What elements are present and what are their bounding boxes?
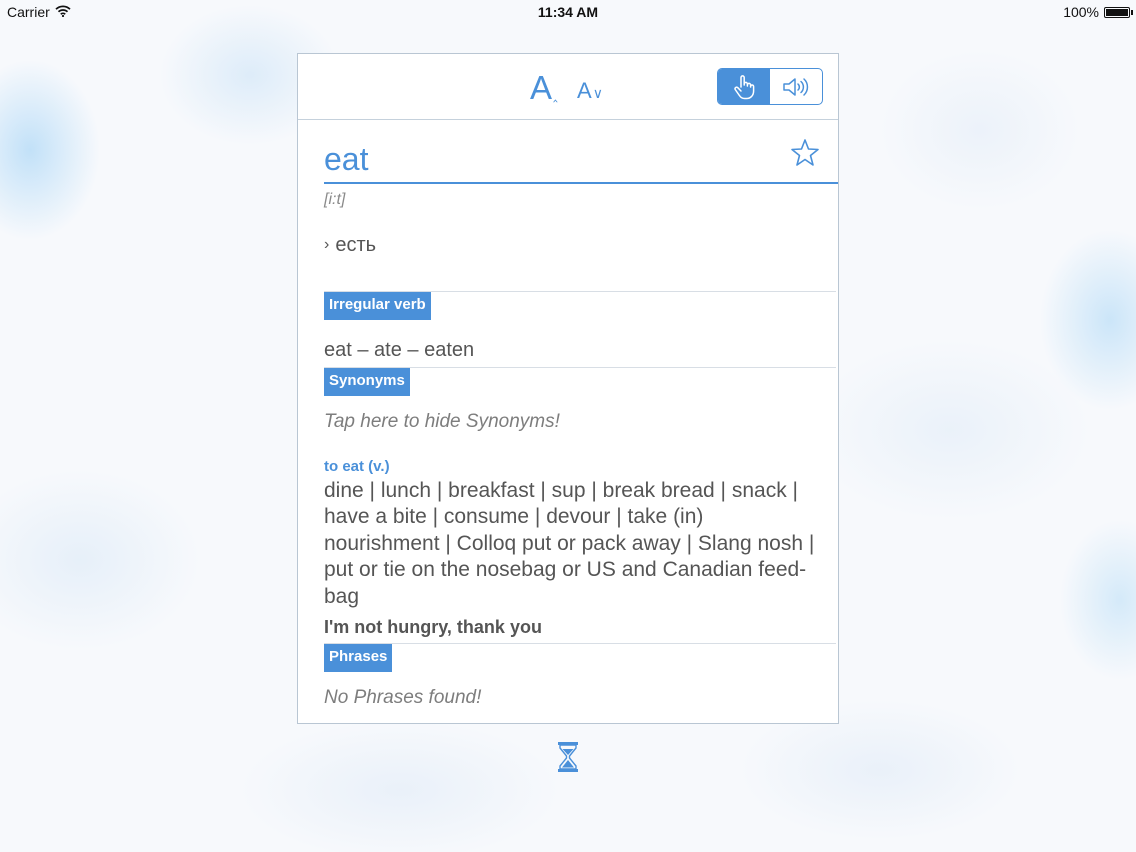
chevron-right-icon: › xyxy=(324,236,330,253)
synonyms-badge[interactable]: Synonyms xyxy=(324,368,410,396)
caret-down-icon: ∨ xyxy=(592,85,603,101)
status-bar: Carrier 11:34 AM 100% xyxy=(0,0,1136,24)
font-decrease-label: A xyxy=(577,78,592,103)
transcription: [i:t] xyxy=(324,191,346,208)
font-decrease-button[interactable]: A∨ xyxy=(577,78,603,104)
translation-text: есть xyxy=(335,234,377,256)
divider xyxy=(324,643,836,644)
headword-underline xyxy=(324,182,838,184)
favorite-button[interactable] xyxy=(790,138,820,168)
audio-mode-button[interactable] xyxy=(770,69,822,104)
card-toolbar: A‸ A∨ xyxy=(298,54,838,120)
dictionary-card: A‸ A∨ eat [i:t] › есть Irregular verb ea… xyxy=(297,53,839,724)
history-button[interactable] xyxy=(557,741,579,773)
mode-segmented-control xyxy=(717,68,823,105)
verb-forms: eat – ate – eaten xyxy=(324,339,475,361)
usage-example: I'm not hungry, thank you xyxy=(324,617,542,637)
font-increase-label: A xyxy=(530,69,553,106)
hand-tap-icon xyxy=(734,74,755,99)
status-time: 11:34 AM xyxy=(537,4,599,20)
part-of-speech-label: to eat (v.) xyxy=(324,458,390,475)
headword: eat xyxy=(324,141,369,177)
irregular-verb-badge[interactable]: Irregular verb xyxy=(324,292,431,320)
translation: › есть xyxy=(324,234,376,257)
hide-synonyms-hint[interactable]: Tap here to hide Synonyms! xyxy=(324,411,560,433)
tap-mode-button[interactable] xyxy=(718,69,770,104)
hourglass-icon xyxy=(558,742,578,772)
font-increase-button[interactable]: A‸ xyxy=(530,70,558,106)
status-right: 100% xyxy=(1063,4,1133,20)
battery-percent: 100% xyxy=(1063,4,1099,20)
speaker-icon xyxy=(783,77,809,96)
no-phrases-message: No Phrases found! xyxy=(324,687,482,708)
battery-icon xyxy=(1104,6,1133,18)
caret-up-icon: ‸ xyxy=(553,86,558,102)
phrases-badge[interactable]: Phrases xyxy=(324,644,393,672)
star-icon xyxy=(791,139,819,166)
synonyms-list: dine | lunch | breakfast | sup | break b… xyxy=(324,479,815,608)
